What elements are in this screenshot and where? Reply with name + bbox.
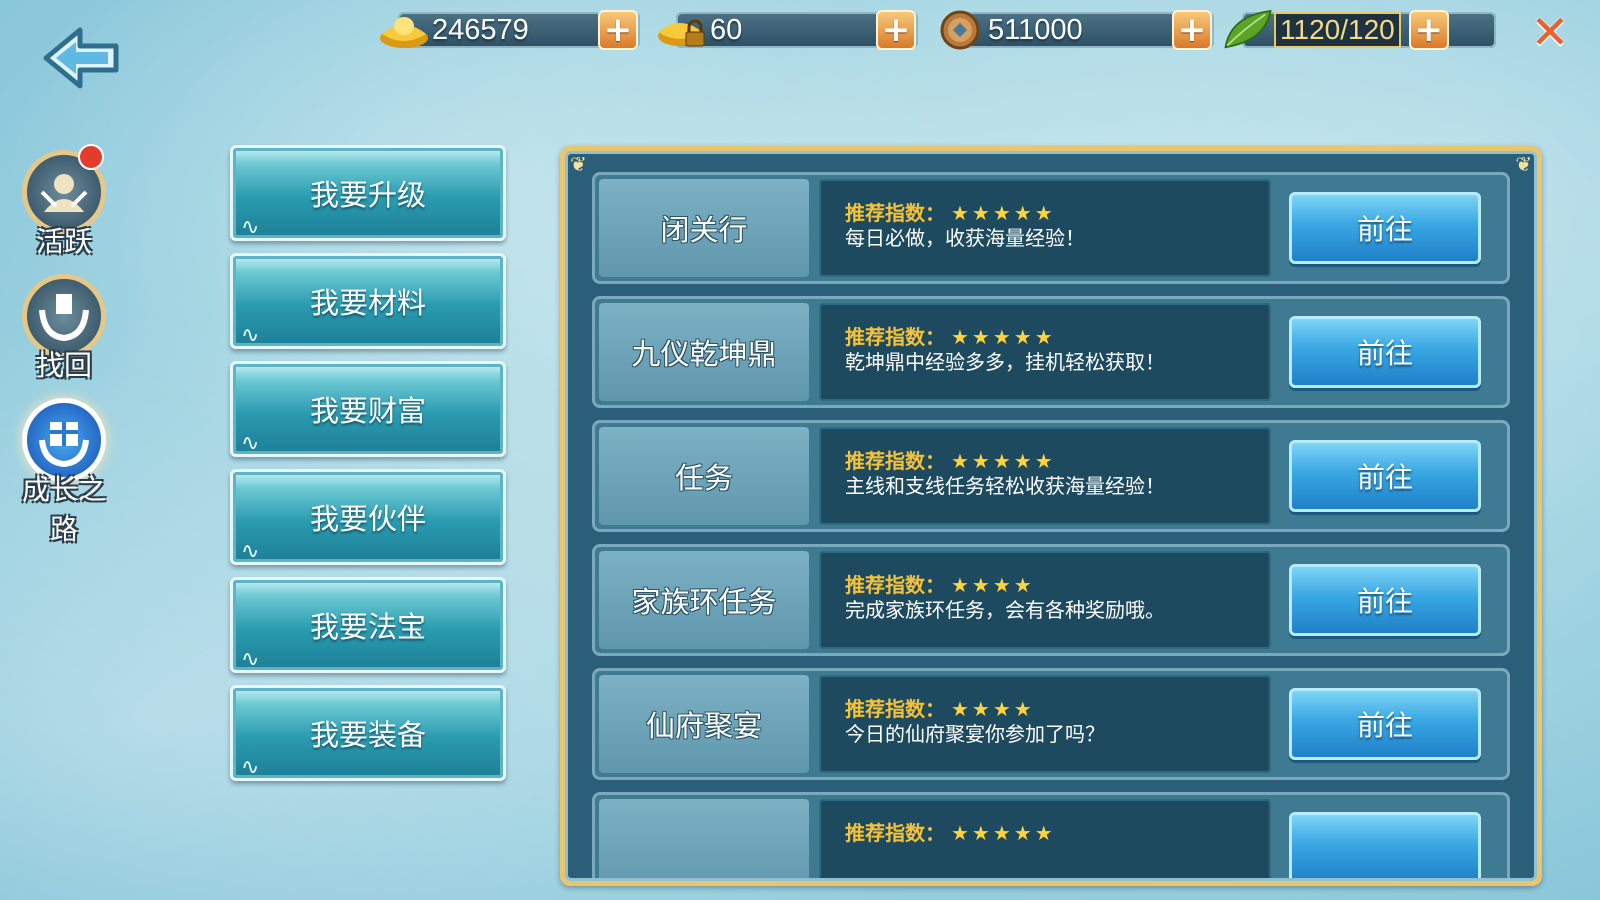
- activity-description: 今日的仙府聚宴你参加了吗？: [845, 722, 1105, 746]
- go-button[interactable]: [1289, 812, 1481, 878]
- rating-stars: ★★★★★: [951, 201, 1056, 225]
- activity-description: 乾坤鼎中经验多多，挂机轻松获取！: [845, 350, 1165, 374]
- go-button-label: 前往: [1356, 585, 1413, 618]
- category-label: 我要伙伴: [309, 502, 426, 536]
- coin-resource: 511000 +: [934, 8, 1214, 52]
- category-partner-button[interactable]: 我要伙伴: [230, 469, 506, 565]
- stamina-resource: 1120/120 +: [1222, 8, 1496, 52]
- category-materials-button[interactable]: 我要材料: [230, 253, 506, 349]
- recommend-label: 推荐指数：: [845, 821, 945, 845]
- close-button[interactable]: ✕: [1528, 9, 1572, 55]
- list-item: 任务 推荐指数： ★★★★★ 主线和支线任务轻松收获海量经验！ 前往: [592, 420, 1510, 532]
- leaf-icon: [1222, 9, 1274, 50]
- gold-resource: 246579 +: [378, 8, 640, 52]
- category-label: 我要装备: [309, 718, 426, 752]
- stamina-value: 1120/120: [1274, 12, 1401, 48]
- bound-gold-resource: 60 +: [656, 8, 918, 52]
- side-item-label: 活跃: [35, 225, 92, 258]
- activity-name: 任务: [674, 461, 733, 495]
- corner-ornament-icon: ❦: [570, 152, 587, 176]
- activity-name: 家族环任务: [631, 585, 777, 619]
- activity-description: 每日必做，收获海量经验！: [845, 226, 1085, 250]
- corner-ornament-icon: ❦: [1515, 152, 1532, 176]
- go-button-label: 前往: [1356, 709, 1413, 742]
- activity-list[interactable]: ❦ ❦ 闭关行 推荐指数： ★★★★★ 每日必做，收获海量经验！ 前往 九仪乾坤鼎…: [565, 151, 1537, 881]
- side-item-activity[interactable]: 活跃: [14, 144, 114, 260]
- category-wealth-button[interactable]: 我要财富: [230, 361, 506, 457]
- category-label: 我要财富: [309, 394, 426, 428]
- category-level-up-button[interactable]: 我要升级: [230, 145, 506, 241]
- recommend-label: 推荐指数：: [845, 449, 945, 473]
- recommend-label: 推荐指数：: [845, 697, 945, 721]
- go-button-label: 前往: [1356, 213, 1413, 246]
- activity-name: 闭关行: [660, 213, 748, 247]
- back-button[interactable]: [42, 24, 122, 92]
- recommend-label: 推荐指数：: [845, 201, 945, 225]
- go-button[interactable]: 前往: [1289, 192, 1481, 264]
- side-item-retrieve[interactable]: 找回: [14, 274, 114, 384]
- rating-stars: ★★★★★: [951, 325, 1056, 349]
- add-bound-gold-button[interactable]: +: [876, 10, 916, 50]
- recommend-label: 推荐指数：: [845, 573, 945, 597]
- activity-name: 九仪乾坤鼎: [631, 337, 777, 371]
- rating-stars: ★★★★: [951, 697, 1035, 721]
- category-equipment-button[interactable]: 我要装备: [230, 685, 506, 781]
- category-label: 我要材料: [309, 286, 426, 320]
- go-button[interactable]: 前往: [1289, 688, 1481, 760]
- list-item: 仙府聚宴 推荐指数： ★★★★ 今日的仙府聚宴你参加了吗？ 前往: [592, 668, 1510, 780]
- gold-ingot-icon: [378, 10, 430, 50]
- category-label: 我要升级: [309, 178, 426, 212]
- go-button-label: 前往: [1356, 461, 1413, 494]
- activity-description: 主线和支线任务轻松收获海量经验！: [845, 474, 1165, 498]
- locked-gold-icon: [656, 10, 708, 50]
- rating-stars: ★★★★: [951, 573, 1035, 597]
- copper-coin-icon: [934, 10, 986, 50]
- category-label: 我要法宝: [309, 610, 426, 644]
- list-item: 推荐指数： ★★★★★: [592, 792, 1510, 878]
- go-button[interactable]: 前往: [1289, 564, 1481, 636]
- go-button[interactable]: 前往: [1289, 316, 1481, 388]
- list-item: 闭关行 推荐指数： ★★★★★ 每日必做，收获海量经验！ 前往: [592, 172, 1510, 284]
- coin-value: 511000: [988, 13, 1083, 46]
- back-arrow-icon: [43, 27, 119, 89]
- side-item-label: 找回: [35, 349, 92, 382]
- side-item-growth-path[interactable]: 成长之路: [14, 398, 114, 548]
- side-item-label: 成长之路: [21, 473, 106, 546]
- activity-description: 完成家族环任务，会有各种奖励哦。: [845, 598, 1165, 622]
- list-item: 九仪乾坤鼎 推荐指数： ★★★★★ 乾坤鼎中经验多多，挂机轻松获取！ 前往: [592, 296, 1510, 408]
- add-stamina-button[interactable]: +: [1408, 10, 1449, 50]
- bound-gold-value: 60: [710, 13, 743, 46]
- add-coin-button[interactable]: +: [1172, 10, 1212, 50]
- recommend-label: 推荐指数：: [845, 325, 945, 349]
- category-treasure-button[interactable]: 我要法宝: [230, 577, 506, 673]
- activity-panel: ❦ ❦ 闭关行 推荐指数： ★★★★★ 每日必做，收获海量经验！ 前往 九仪乾坤鼎…: [560, 146, 1542, 886]
- notification-badge: [78, 144, 104, 170]
- list-item: 家族环任务 推荐指数： ★★★★ 完成家族环任务，会有各种奖励哦。 前往: [592, 544, 1510, 656]
- go-button[interactable]: 前往: [1289, 440, 1481, 512]
- add-gold-button[interactable]: +: [598, 10, 638, 50]
- go-button-label: 前往: [1356, 337, 1413, 370]
- gold-value: 246579: [432, 13, 529, 46]
- activity-name: 仙府聚宴: [645, 709, 762, 743]
- rating-stars: ★★★★★: [951, 449, 1056, 473]
- rating-stars: ★★★★★: [951, 821, 1056, 845]
